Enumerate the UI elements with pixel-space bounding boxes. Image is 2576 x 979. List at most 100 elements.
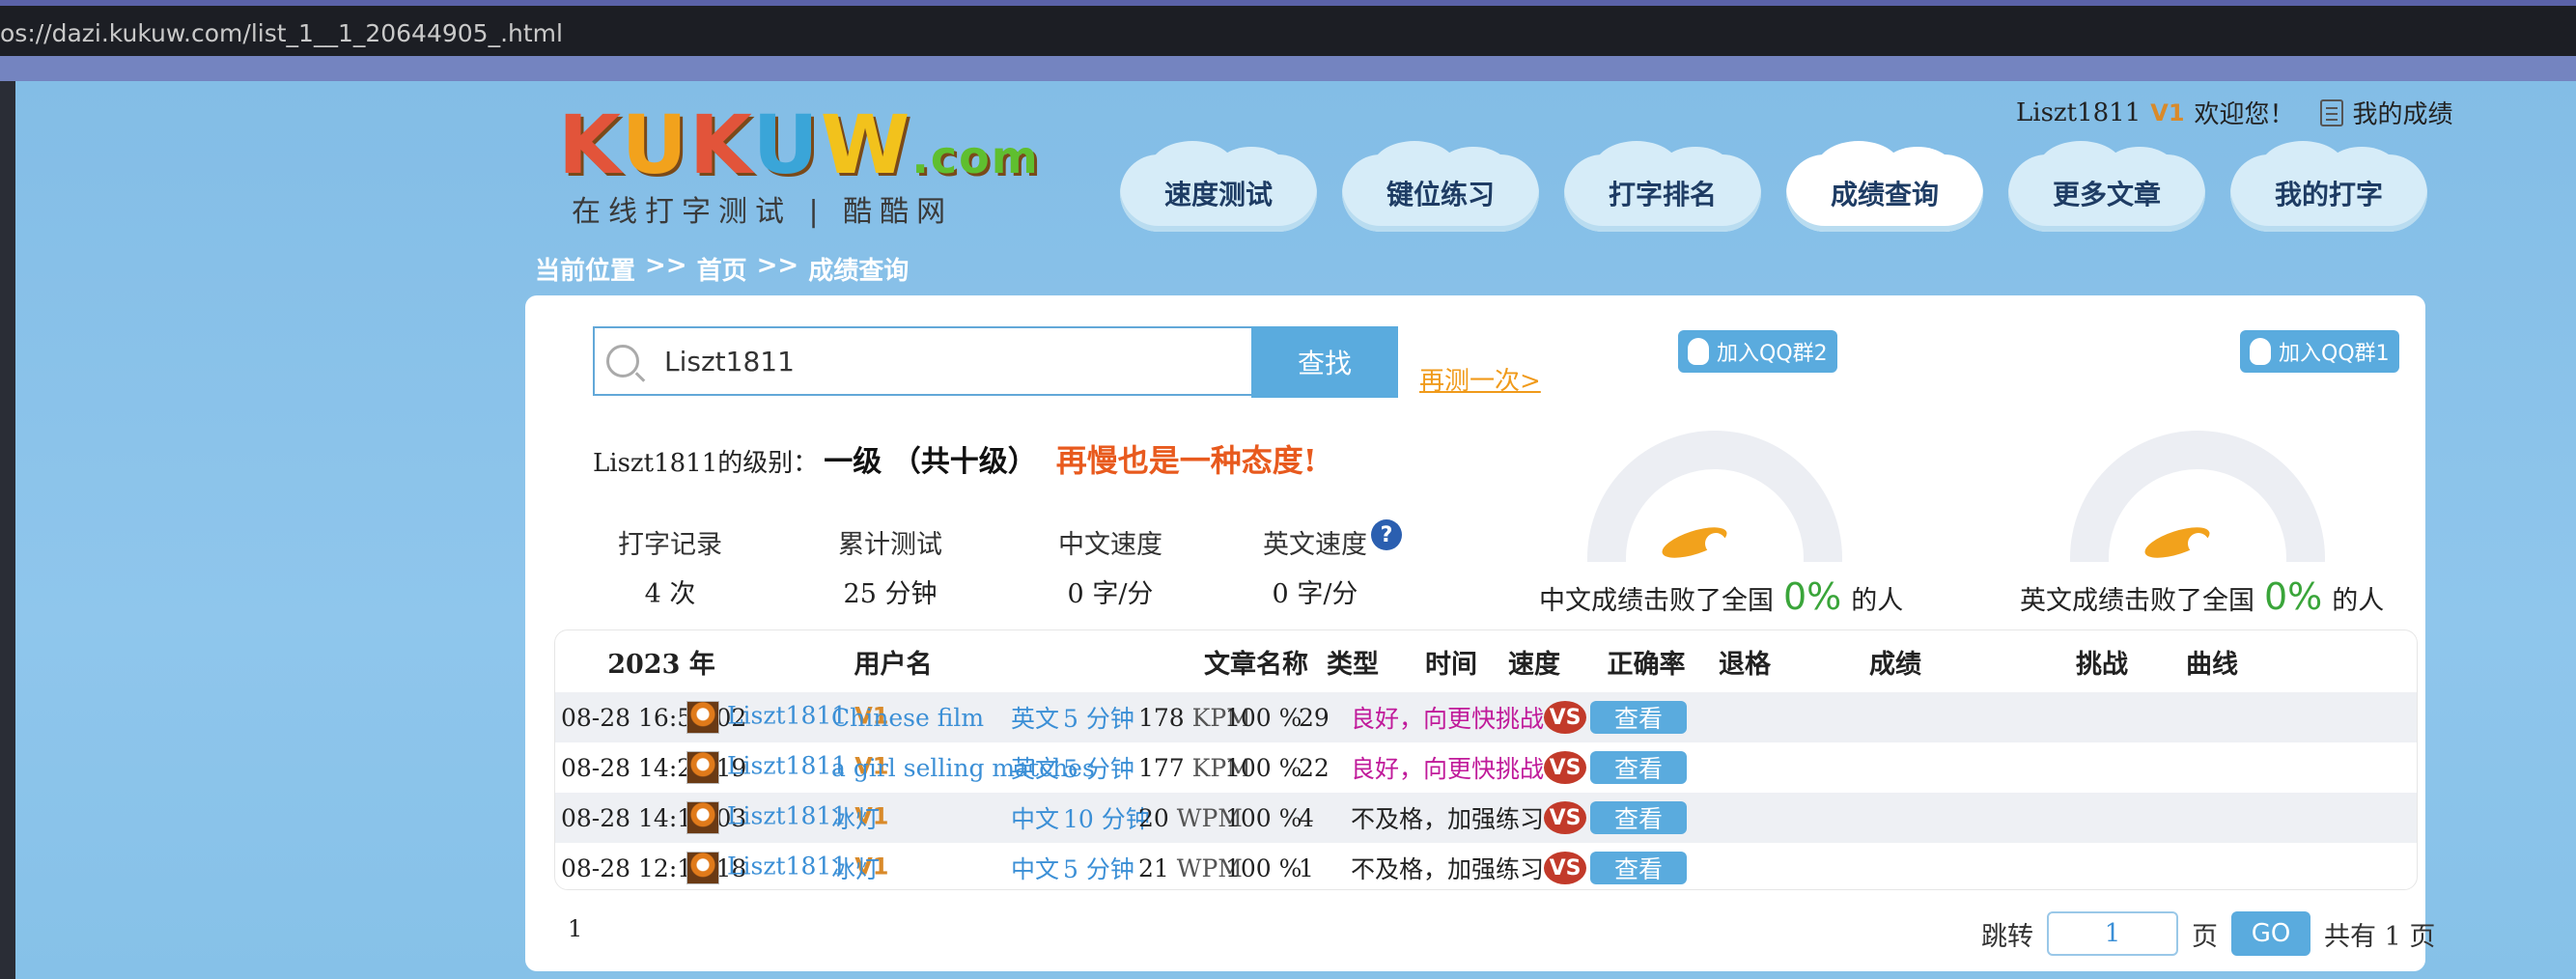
type-link[interactable]: 中文 [1011,851,1059,885]
avatar [686,751,719,784]
page-jump-input[interactable] [2047,911,2178,956]
stat-label: 中文速度 [1058,530,1162,560]
challenge-cell: VS [1544,751,1586,784]
article-link[interactable]: 冰灯 [831,851,880,885]
level-label: Liszt1811的级别： [593,449,819,478]
avatar [686,852,719,884]
type-link[interactable]: 中文 [1011,800,1059,835]
gauge-caption-suffix: 的人 [2332,586,2385,616]
breadcrumb-label: 当前位置 [535,257,636,286]
result-cell: 不及格，加强练习！ [1351,805,1569,833]
challenge-cell: VS [1544,852,1586,884]
time-link[interactable]: 5 分钟 [1063,851,1134,885]
nav-item-2[interactable]: 键位练习 [1342,141,1539,232]
nav-item-3[interactable]: 打字排名 [1564,141,1761,232]
stat-label: 打字记录 [618,530,722,560]
stat-value: 4 次 [644,579,696,609]
join-qq-group-1-button[interactable]: 加入QQ群1 [2240,330,2399,373]
welcome-text: 欢迎您！ [2194,100,2295,129]
breadcrumb: 当前位置 >> 首页 >> 成绩查询 [535,251,909,287]
accuracy-cell: 100 % [1225,803,1302,832]
gauge-hub [2188,533,2209,554]
jump-label: 跳转 [1981,921,2033,952]
qq-group-2-label: 加入QQ群2 [1717,342,1828,366]
user-link[interactable]: Liszt1811 [727,853,847,881]
view-curve-button[interactable]: 查看 [1590,852,1687,884]
type-link[interactable]: 英文 [1011,700,1059,735]
search-button[interactable]: 查找 [1251,326,1398,398]
time-link[interactable]: 10 分钟 [1063,800,1150,835]
join-qq-group-2-button[interactable]: 加入QQ群2 [1678,330,1837,373]
chinese-score-gauge [1587,431,1842,562]
accuracy-cell: 100 % [1225,753,1302,782]
logo-letter: K [688,98,753,192]
time-link[interactable]: 5 分钟 [1063,750,1134,785]
logo-letter: U [621,98,689,192]
backspace-cell: 29 [1299,703,1330,732]
qq-group-1-label: 加入QQ群1 [2279,342,2390,366]
user-link[interactable]: Liszt1811 [727,802,847,830]
type-link[interactable]: 英文 [1011,750,1059,785]
curve-cell: 查看 [1590,751,1687,784]
nav-item-1[interactable]: 速度测试 [1120,141,1317,232]
curve-cell: 查看 [1590,801,1687,834]
vs-challenge-button[interactable]: VS [1544,852,1586,884]
retest-link[interactable]: 再测一次> [1419,361,1541,397]
gauge-caption-prefix: 英文成绩击败了全国 [2020,586,2254,616]
user-link[interactable]: Liszt1811 [727,752,847,780]
nav-item-label: 成绩查询 [1830,179,1939,210]
nav-item-label: 我的打字 [2274,179,2383,210]
total-pages-text: 共有 1 页 [2324,921,2436,952]
english-score-gauge [2070,431,2325,562]
gauge-percent: 0% [2264,575,2323,618]
gauge-caption-prefix: 中文成绩击败了全国 [1539,586,1774,616]
accuracy-cell: 100 % [1225,703,1302,732]
level-value: 一级 （共十级） [824,445,1037,479]
page-number-link[interactable]: 1 [568,915,582,942]
article-link[interactable]: Chinese film [831,704,984,732]
nav-item-6[interactable]: 我的打字 [2230,141,2427,232]
my-scores-link[interactable]: 我的成绩 [2353,95,2453,130]
nav-item-4[interactable]: 成绩查询 [1786,141,1983,232]
stat-value: 0 字/分 [1272,579,1358,609]
username-link[interactable]: Liszt1811 [2016,98,2141,127]
level-motto: 再慢也是一种态度! [1055,442,1317,479]
challenge-cell: VS [1544,701,1586,734]
view-curve-button[interactable]: 查看 [1590,701,1687,734]
table-row: 08-28 14:15:03 Liszt1811 V1 冰灯 中文 10 分钟 … [555,793,2417,843]
vs-challenge-button[interactable]: VS [1544,801,1586,834]
nav-item-5[interactable]: 更多文章 [2008,141,2205,232]
user-link[interactable]: Liszt1811 [727,702,847,730]
avatar [686,801,719,834]
url-text[interactable]: os://dazi.kukuw.com/list_1__1_20644905_.… [0,19,563,47]
user-bar: Liszt1811 V1 欢迎您！ 我的成绩 [2016,95,2453,130]
breadcrumb-separator: >> [645,251,687,280]
time-link[interactable]: 5 分钟 [1063,700,1134,735]
view-curve-button[interactable]: 查看 [1590,751,1687,784]
stat-chinese-speed: 中文速度 0 字/分 [1023,523,1197,610]
help-icon[interactable]: ? [1371,519,1402,550]
view-curve-button[interactable]: 查看 [1590,801,1687,834]
level-line: Liszt1811的级别： 一级 （共十级） 再慢也是一种态度! [593,436,1317,481]
nav-item-label: 更多文章 [2052,179,2161,210]
nav-item-label: 键位练习 [1386,179,1495,210]
backspace-cell: 1 [1299,853,1314,882]
search-input[interactable] [664,345,1205,378]
go-button[interactable]: GO [2231,911,2310,956]
breadcrumb-home[interactable]: 首页 [697,251,747,287]
table-header-cell: 曲线 [2186,649,2238,680]
pager: 跳转 页 GO 共有 1 页 [1981,911,2435,956]
address-bar[interactable]: os://dazi.kukuw.com/list_1__1_20644905_.… [0,6,2576,56]
search-box[interactable] [593,326,1255,396]
breadcrumb-current[interactable]: 成绩查询 [808,251,909,287]
curve-cell: 查看 [1590,701,1687,734]
gauge-percent: 0% [1783,575,1842,618]
vs-challenge-button[interactable]: VS [1544,751,1586,784]
table-row: 08-28 14:22:19 Liszt1811 V1 a girl selli… [555,742,2417,793]
table-header-cell: 挑战 [2076,649,2128,680]
site-logo[interactable]: KUKUW.com 在线打字测试 | 酷酷网 [558,98,1038,229]
side-panel-edge [0,81,15,979]
page-unit: 页 [2192,921,2218,952]
article-link[interactable]: 冰灯 [831,800,880,835]
vs-challenge-button[interactable]: VS [1544,701,1586,734]
